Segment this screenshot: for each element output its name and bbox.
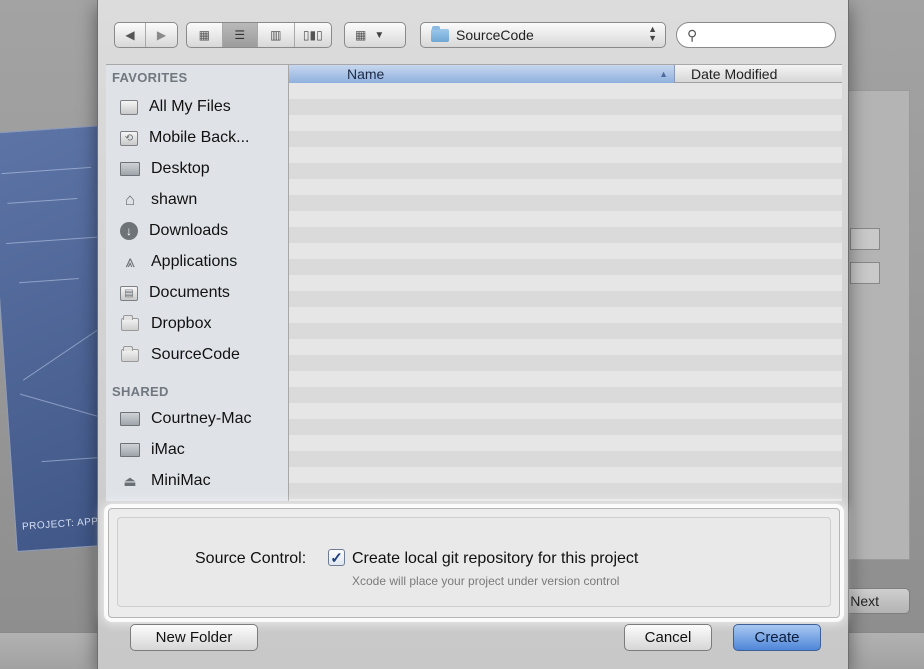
- new-folder-button[interactable]: New Folder: [130, 624, 258, 651]
- navigation-control: ◀ ▶: [114, 22, 178, 48]
- column-view-icon[interactable]: ▥: [258, 23, 295, 47]
- arrange-grid-icon: ▦: [355, 28, 367, 42]
- forward-arrow-icon[interactable]: ▶: [146, 23, 177, 47]
- sidebar-item-shawn[interactable]: ⌂ shawn: [120, 186, 197, 214]
- computer-icon: [120, 412, 140, 426]
- column-header-date-modified[interactable]: Date Modified: [675, 65, 842, 83]
- sidebar-item-all-my-files[interactable]: All My Files: [120, 93, 231, 121]
- search-icon: ⚲: [687, 26, 698, 43]
- source-control-hint: Xcode will place your project under vers…: [352, 574, 620, 588]
- folder-icon: [120, 345, 140, 364]
- sidebar-item-mobile-backups[interactable]: ⟲ Mobile Back...: [120, 124, 249, 152]
- chevron-down-icon: ▼: [374, 29, 385, 41]
- view-mode-control: ▦ ☰ ▥ ▯▮▯: [186, 22, 332, 48]
- background-field: [850, 262, 880, 284]
- favorites-header: FAVORITES: [112, 70, 188, 85]
- search-input[interactable]: [701, 27, 822, 43]
- sidebar-item-label: Documents: [149, 284, 230, 301]
- list-header: Name ▲ Date Modified: [289, 65, 842, 83]
- sidebar-item-label: Downloads: [149, 222, 229, 239]
- save-sheet: ◀ ▶ ▦ ☰ ▥ ▯▮▯ ▦ ▼ SourceCode ▲ ▼ ⚲ FAVORI…: [97, 0, 849, 669]
- sidebar-item-applications[interactable]: ⩓ Applications: [120, 248, 237, 276]
- sidebar-item-courtney-mac[interactable]: Courtney-Mac: [120, 405, 251, 433]
- sidebar-item-label: SourceCode: [151, 346, 240, 363]
- back-arrow-icon[interactable]: ◀: [115, 23, 147, 47]
- coverflow-view-icon[interactable]: ▯▮▯: [295, 23, 331, 47]
- sheet-toolbar: ◀ ▶ ▦ ☰ ▥ ▯▮▯ ▦ ▼ SourceCode ▲ ▼ ⚲: [98, 0, 848, 64]
- mobile-backup-icon: ⟲: [120, 130, 138, 146]
- home-icon: ⌂: [124, 190, 136, 209]
- git-repository-checkbox[interactable]: ✓: [328, 549, 345, 567]
- create-button[interactable]: Create: [733, 624, 821, 651]
- git-repository-checkbox-label[interactable]: Create local git repository for this pro…: [352, 550, 638, 568]
- documents-icon: ▤: [120, 285, 138, 301]
- sidebar-item-label: Courtney-Mac: [151, 410, 252, 427]
- downloads-icon: ↓: [120, 222, 138, 240]
- folder-icon: [431, 25, 449, 42]
- updown-chevron-icon: ▲ ▼: [648, 24, 657, 43]
- column-header-label: Date Modified: [691, 65, 778, 82]
- all-files-icon: [120, 99, 138, 115]
- sidebar-item-label: Desktop: [151, 160, 210, 177]
- sidebar-item-label: iMac: [151, 441, 185, 458]
- location-popup[interactable]: SourceCode ▲ ▼: [420, 22, 666, 48]
- sidebar-item-label: MiniMac: [151, 472, 211, 489]
- sidebar-item-minimac[interactable]: ⏏ MiniMac: [120, 467, 211, 495]
- column-header-name[interactable]: Name ▲: [289, 65, 675, 83]
- location-label: SourceCode: [456, 27, 534, 43]
- file-list[interactable]: Name ▲ Date Modified: [288, 64, 842, 501]
- sidebar-item-imac[interactable]: iMac: [120, 436, 185, 464]
- sidebar-item-label: shawn: [151, 191, 198, 208]
- shared-header: SHARED: [112, 384, 169, 399]
- sidebar-item-dropbox[interactable]: Dropbox: [120, 310, 211, 338]
- applications-icon: ⩓: [125, 252, 135, 271]
- search-field[interactable]: ⚲: [676, 22, 836, 48]
- sidebar: FAVORITES All My Files ⟲ Mobile Back... …: [106, 64, 288, 501]
- sort-ascending-icon: ▲: [659, 69, 668, 79]
- desktop-icon: [120, 162, 140, 176]
- sidebar-item-label: Dropbox: [151, 315, 212, 332]
- sidebar-item-downloads[interactable]: ↓ Downloads: [120, 217, 228, 245]
- cancel-button[interactable]: Cancel: [624, 624, 712, 651]
- imac-icon: [120, 443, 140, 457]
- sidebar-item-label: All My Files: [149, 98, 231, 115]
- source-control-panel: Source Control: ✓ Create local git repos…: [108, 508, 840, 618]
- sidebar-item-sourcecode[interactable]: SourceCode: [120, 341, 240, 369]
- list-view-icon[interactable]: ☰: [222, 23, 259, 47]
- sidebar-item-label: Mobile Back...: [149, 129, 250, 146]
- arrange-popup[interactable]: ▦ ▼: [344, 22, 406, 48]
- source-control-label: Source Control:: [195, 550, 307, 567]
- sidebar-item-desktop[interactable]: Desktop: [120, 155, 210, 183]
- folder-icon: [120, 314, 140, 333]
- column-header-label: Name: [347, 66, 385, 82]
- sidebar-item-documents[interactable]: ▤ Documents: [120, 279, 230, 307]
- minimac-icon: ⏏: [123, 472, 137, 489]
- icon-view-icon[interactable]: ▦: [187, 23, 223, 47]
- background-field: [850, 228, 880, 250]
- sidebar-item-label: Applications: [151, 253, 238, 270]
